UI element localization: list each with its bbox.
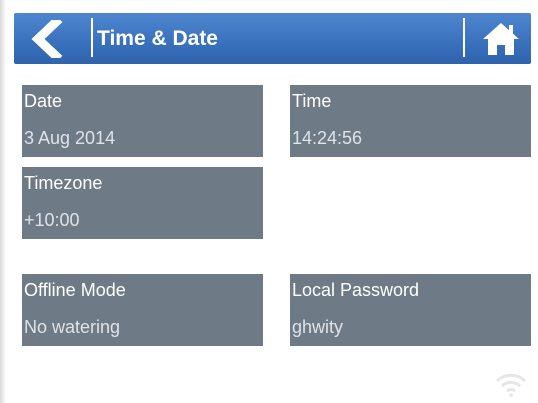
- time-label: Time: [292, 91, 332, 111]
- timezone-label: Timezone: [24, 173, 103, 193]
- home-button[interactable]: [467, 13, 531, 64]
- offline-mode-tile[interactable]: Offline Mode No watering: [22, 274, 263, 346]
- back-button[interactable]: [14, 13, 90, 64]
- time-value: 14:24:56: [292, 128, 363, 148]
- offline-mode-value: No watering: [24, 317, 121, 337]
- local-password-value: ghwity: [292, 317, 344, 337]
- date-tile[interactable]: Date 3 Aug 2014: [22, 85, 263, 157]
- local-password-tile[interactable]: Local Password ghwity: [290, 274, 531, 346]
- timezone-tile[interactable]: Timezone +10:00: [22, 167, 263, 239]
- home-icon: [483, 23, 519, 55]
- offline-mode-label: Offline Mode: [24, 280, 126, 300]
- timezone-value: +10:00: [24, 210, 80, 230]
- date-value: 3 Aug 2014: [24, 128, 116, 148]
- date-label: Date: [24, 91, 63, 111]
- time-date-screen: Time & Date Date 3 Aug 2014 Time 14:24:5…: [0, 0, 538, 403]
- header-bar: Time & Date: [14, 13, 531, 64]
- wifi-icon: [495, 373, 527, 397]
- chevron-left-icon: [31, 20, 63, 58]
- page-title: Time & Date: [97, 27, 218, 50]
- header-divider-right: [463, 18, 465, 57]
- local-password-label: Local Password: [292, 280, 420, 300]
- time-tile[interactable]: Time 14:24:56: [290, 85, 531, 157]
- header-divider-left: [91, 18, 93, 57]
